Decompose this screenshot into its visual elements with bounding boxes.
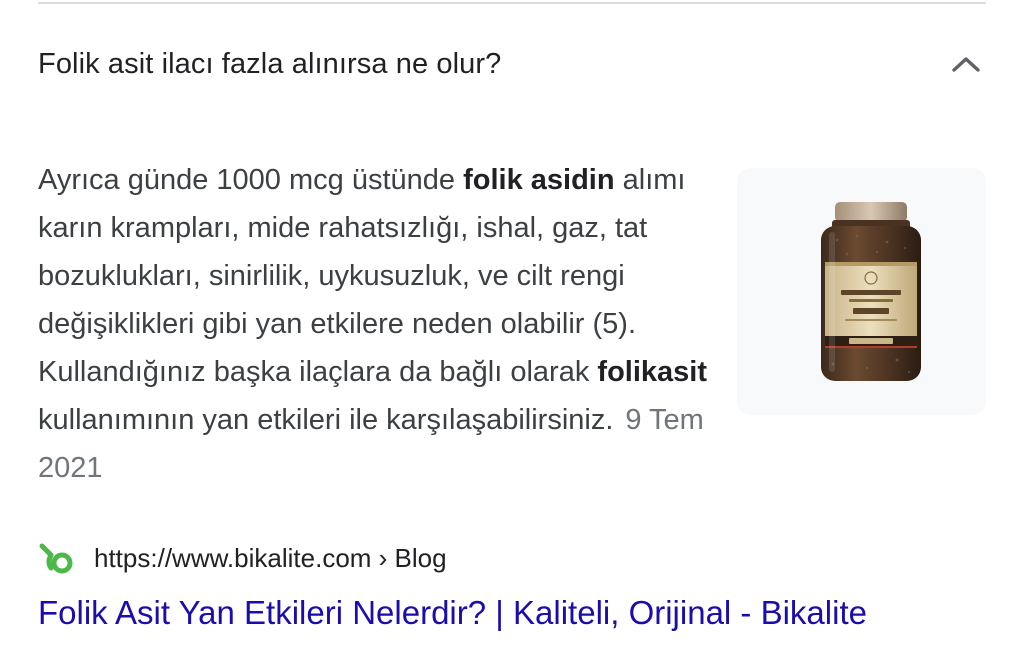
source-url[interactable]: https://www.bikalite.com › Blog bbox=[94, 543, 447, 574]
result-title-link[interactable]: Folik Asit Yan Etkileri Nelerdir? | Kali… bbox=[38, 594, 867, 632]
answer-text: alımı karın krampları, mide rahatsızlığı… bbox=[38, 164, 686, 388]
faq-question-text: Folik asit ilacı fazla alınırsa ne olur? bbox=[38, 47, 502, 80]
source-row[interactable]: https://www.bikalite.com › Blog bbox=[38, 536, 447, 580]
faq-question-toggle[interactable]: Folik asit ilacı fazla alınırsa ne olur? bbox=[38, 34, 986, 94]
answer-bold-term: folikasit bbox=[597, 356, 707, 388]
answer-text: Ayrıca günde 1000 mcg üstünde bbox=[38, 164, 464, 196]
answer-bold-term: folik asidin bbox=[463, 164, 615, 196]
answer-text: kullanımının yan etkileri ile karşılaşab… bbox=[38, 404, 614, 436]
top-divider bbox=[38, 2, 986, 4]
bikalite-logo-icon bbox=[38, 540, 74, 576]
chevron-up-icon[interactable] bbox=[946, 44, 986, 84]
faq-answer: Ayrıca günde 1000 mcg üstünde folik asid… bbox=[38, 156, 728, 492]
supplement-bottle-image[interactable] bbox=[737, 168, 986, 415]
